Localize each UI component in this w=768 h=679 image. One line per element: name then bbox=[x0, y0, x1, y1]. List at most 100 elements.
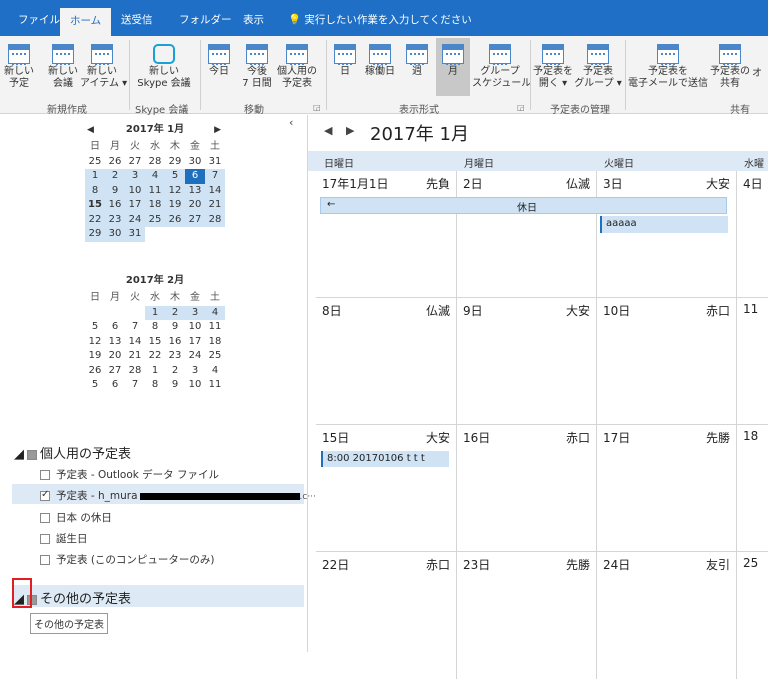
expand-icon[interactable]: ◢ bbox=[14, 447, 24, 462]
calendar-checkbox[interactable] bbox=[40, 534, 50, 544]
day-cell[interactable]: 10日 赤口 bbox=[597, 298, 737, 425]
calendar-checkbox[interactable] bbox=[40, 470, 50, 480]
mini-day[interactable]: 24 bbox=[185, 349, 205, 364]
tab-view[interactable]: 表示 bbox=[243, 12, 264, 27]
mini-day[interactable]: 11 bbox=[145, 183, 165, 198]
new-meeting-button[interactable]: 新しい 会議 bbox=[48, 42, 78, 90]
mini-day[interactable]: 12 bbox=[85, 335, 105, 350]
open-calendar-button[interactable]: 予定表を 開く ▾ bbox=[532, 42, 574, 90]
mini-day[interactable]: 25 bbox=[145, 212, 165, 227]
day-cell[interactable]: 11 bbox=[737, 298, 768, 425]
next-month-icon[interactable]: ▶ bbox=[346, 124, 354, 137]
day-cell[interactable]: 9日 大安 bbox=[457, 298, 597, 425]
tell-me-box[interactable]: 💡 実行したい作業を入力してください bbox=[288, 12, 472, 27]
day-cell[interactable]: 23日 先勝 bbox=[457, 552, 597, 679]
mini-day[interactable]: 3 bbox=[185, 305, 205, 320]
mini-day[interactable]: 10 bbox=[185, 320, 205, 335]
mini-day[interactable]: 3 bbox=[185, 364, 205, 379]
mini-day[interactable]: 10 bbox=[125, 183, 145, 198]
month-view-button[interactable]: 月 bbox=[436, 38, 470, 96]
mini-day[interactable]: 20 bbox=[105, 349, 125, 364]
mini-day[interactable]: 22 bbox=[145, 349, 165, 364]
today-button[interactable]: 今日 bbox=[204, 42, 234, 78]
calendar-checkbox[interactable] bbox=[40, 555, 50, 565]
my-calendar-button[interactable]: 個人用の 予定表 bbox=[276, 42, 318, 90]
day-cell[interactable]: 25 bbox=[737, 552, 768, 679]
mini-day[interactable]: 19 bbox=[85, 349, 105, 364]
mini-day[interactable]: 7 bbox=[205, 169, 225, 184]
mini-day[interactable]: 11 bbox=[205, 320, 225, 335]
day-cell[interactable]: 2日 仏滅 bbox=[457, 171, 597, 298]
calendar-item[interactable]: 日本 の休日 bbox=[40, 510, 112, 525]
day-cell[interactable]: 8日 仏滅 bbox=[316, 298, 457, 425]
day-view-button[interactable]: 日 bbox=[332, 42, 358, 78]
mini-day[interactable]: 30 bbox=[185, 155, 205, 170]
new-items-button[interactable]: 新しい アイテム ▾ bbox=[80, 42, 127, 90]
mini-day[interactable]: 23 bbox=[105, 212, 125, 227]
mini-day[interactable]: 13 bbox=[185, 183, 205, 198]
mini-day[interactable] bbox=[165, 227, 185, 242]
mini-day[interactable]: 8 bbox=[145, 378, 165, 393]
day-cell[interactable]: 4日 bbox=[737, 171, 768, 298]
calendar-checkbox-checked[interactable] bbox=[40, 489, 50, 501]
tab-file[interactable]: ファイル bbox=[18, 12, 60, 27]
mini-day[interactable]: 10 bbox=[185, 378, 205, 393]
work-week-button[interactable]: 稼働日 bbox=[362, 42, 398, 78]
mini-day[interactable]: 7 bbox=[125, 378, 145, 393]
mini-day[interactable]: 26 bbox=[165, 212, 185, 227]
mini-day[interactable]: 9 bbox=[165, 320, 185, 335]
new-skype-meeting-button[interactable]: 新しい Skype 会議 bbox=[134, 42, 194, 90]
tab-folder[interactable]: フォルダー bbox=[179, 12, 232, 27]
mini-day[interactable]: 14 bbox=[205, 183, 225, 198]
mini-day[interactable]: 21 bbox=[205, 198, 225, 213]
mini-day[interactable]: 8 bbox=[145, 320, 165, 335]
mini-day[interactable]: 4 bbox=[205, 305, 225, 320]
prev-month-icon[interactable]: ◀ bbox=[87, 120, 94, 140]
meeting-event[interactable]: 8:00 20170106 t t t bbox=[321, 451, 449, 467]
next-month-icon[interactable]: ▶ bbox=[214, 120, 221, 140]
prev-month-icon[interactable]: ◀ bbox=[324, 124, 332, 137]
mini-day[interactable]: 8 bbox=[85, 183, 105, 198]
mini-day[interactable]: 12 bbox=[165, 183, 185, 198]
mini-day[interactable] bbox=[185, 227, 205, 242]
mini-day[interactable]: 26 bbox=[105, 155, 125, 170]
tab-send-receive[interactable]: 送受信 bbox=[121, 12, 153, 27]
day-cell[interactable]: 18 bbox=[737, 425, 768, 552]
mini-day[interactable]: 9 bbox=[105, 183, 125, 198]
mini-day[interactable]: 1 bbox=[145, 305, 165, 320]
mini-day[interactable]: 20 bbox=[185, 198, 205, 213]
next-7-days-button[interactable]: 今後 7 日間 bbox=[240, 42, 274, 90]
group-checkbox[interactable] bbox=[27, 449, 37, 460]
mini-day[interactable]: 25 bbox=[205, 349, 225, 364]
day-cell[interactable]: 16日 赤口 bbox=[457, 425, 597, 552]
mini-day[interactable]: 18 bbox=[145, 198, 165, 213]
tab-home[interactable]: ホーム bbox=[60, 8, 112, 36]
aaaaa-event[interactable]: aaaaa bbox=[600, 216, 728, 233]
mini-day[interactable]: 3 bbox=[125, 169, 145, 184]
mini-day[interactable]: 28 bbox=[125, 364, 145, 379]
mini-day[interactable]: 25 bbox=[85, 155, 105, 170]
mini-day[interactable]: 2 bbox=[165, 364, 185, 379]
group-launcher-icon[interactable]: ◲ bbox=[517, 103, 525, 112]
email-calendar-button[interactable]: 予定表を 電子メールで送信 bbox=[628, 42, 708, 90]
week-view-button[interactable]: 週 bbox=[402, 42, 432, 78]
mini-day[interactable]: 27 bbox=[105, 364, 125, 379]
mini-day[interactable]: 30 bbox=[105, 227, 125, 242]
mini-day[interactable] bbox=[205, 227, 225, 242]
mini-day[interactable]: 14 bbox=[125, 335, 145, 350]
calendar-groups-button[interactable]: 予定表 グループ ▾ bbox=[574, 42, 622, 90]
holiday-event[interactable]: ← 休日 bbox=[320, 197, 727, 214]
calendar-checkbox[interactable] bbox=[40, 513, 50, 523]
mini-day[interactable]: 13 bbox=[105, 335, 125, 350]
mini-day[interactable]: 24 bbox=[125, 212, 145, 227]
schedule-view-button[interactable]: グループ スケジュール bbox=[472, 42, 531, 90]
mini-day[interactable]: 19 bbox=[165, 198, 185, 213]
mini-day[interactable]: 1 bbox=[145, 364, 165, 379]
mini-day[interactable]: 22 bbox=[85, 212, 105, 227]
mini-day[interactable]: 26 bbox=[85, 364, 105, 379]
mini-day[interactable]: 17 bbox=[185, 335, 205, 350]
day-cell[interactable]: 22日 赤口 bbox=[316, 552, 457, 679]
mini-day[interactable]: 21 bbox=[125, 349, 145, 364]
mini-day[interactable]: 28 bbox=[145, 155, 165, 170]
mini-day[interactable]: 2 bbox=[105, 169, 125, 184]
